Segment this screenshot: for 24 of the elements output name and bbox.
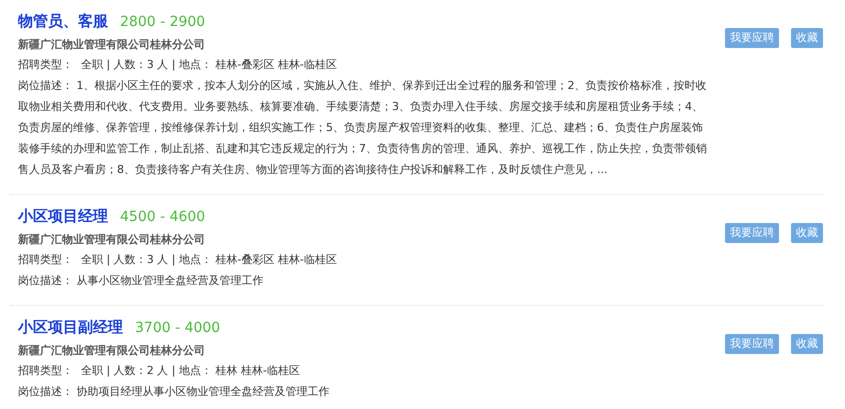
apply-button[interactable]: 我要应聘 — [725, 334, 779, 354]
salary-range: 4500 - 4600 — [120, 208, 206, 227]
salary-range: 2800 - 2900 — [120, 13, 206, 32]
apply-button[interactable]: 我要应聘 — [725, 223, 779, 243]
job-info: 全职 | 人数：3 人 | 地点： 桂林-叠彩区 桂林-临桂区 — [81, 252, 337, 268]
job-title-link[interactable]: 物管员、客服 — [18, 10, 108, 32]
salary-range: 3700 - 4000 — [135, 319, 220, 338]
apply-button[interactable]: 我要应聘 — [725, 28, 779, 48]
job-info: 全职 | 人数：3 人 | 地点： 桂林-叠彩区 桂林-临桂区 — [81, 57, 337, 73]
save-button[interactable]: 收藏 — [791, 28, 823, 48]
info-label: 招聘类型： — [18, 363, 73, 379]
job-info: 全职 | 人数：2 人 | 地点： 桂林 桂林-临桂区 — [81, 363, 300, 379]
job-description: 岗位描述： 从事小区物业管理全盘经营及管理工作 — [18, 273, 264, 289]
job-title-link[interactable]: 小区项目副经理 — [18, 316, 123, 338]
save-button[interactable]: 收藏 — [791, 334, 823, 354]
company-name: 新疆广汇物业管理有限公司桂林分公司 — [18, 343, 206, 359]
info-label: 招聘类型： — [18, 57, 73, 73]
job-description: 岗位描述： 协助项目经理从事小区物业管理全盘经营及管理工作 — [18, 384, 330, 400]
job-title-link[interactable]: 小区项目经理 — [18, 205, 108, 228]
company-name: 新疆广汇物业管理有限公司桂林分公司 — [18, 37, 206, 53]
company-name: 新疆广汇物业管理有限公司桂林分公司 — [18, 232, 206, 248]
save-button[interactable]: 收藏 — [791, 223, 823, 243]
info-label: 招聘类型： — [18, 252, 73, 268]
job-description: 岗位描述： 1、根据小区主任的要求，按本人划分的区域，实施从入住、维护、保养到迁出全过程的服务和管理；2、负责按价格标准，按时收取物业相关费用和代收、代支费用。业务要熟练、核算要准确、手续要清楚；3、负责办理入住手续、房屋交接手续和房屋租赁业务手续；4、负责房屋的维修、保养管理，按维修保养计划，组织实施工作；5、负责房屋产权管理资料的收集、整理、汇总、建档；6、负责住户房屋装饰装修手续的办理和监管工作，制止乱搭、乱建和其它违反规定的行为；7、负责待售房的管理、通风、养护、巡视工作，防止失控，负责带领销售人员及客户看房；8、负责接待客户有关住房、物业管理等方面的咨询接待住户投诉和解释工作，及时反馈住户意见，... — [18, 78, 708, 178]
